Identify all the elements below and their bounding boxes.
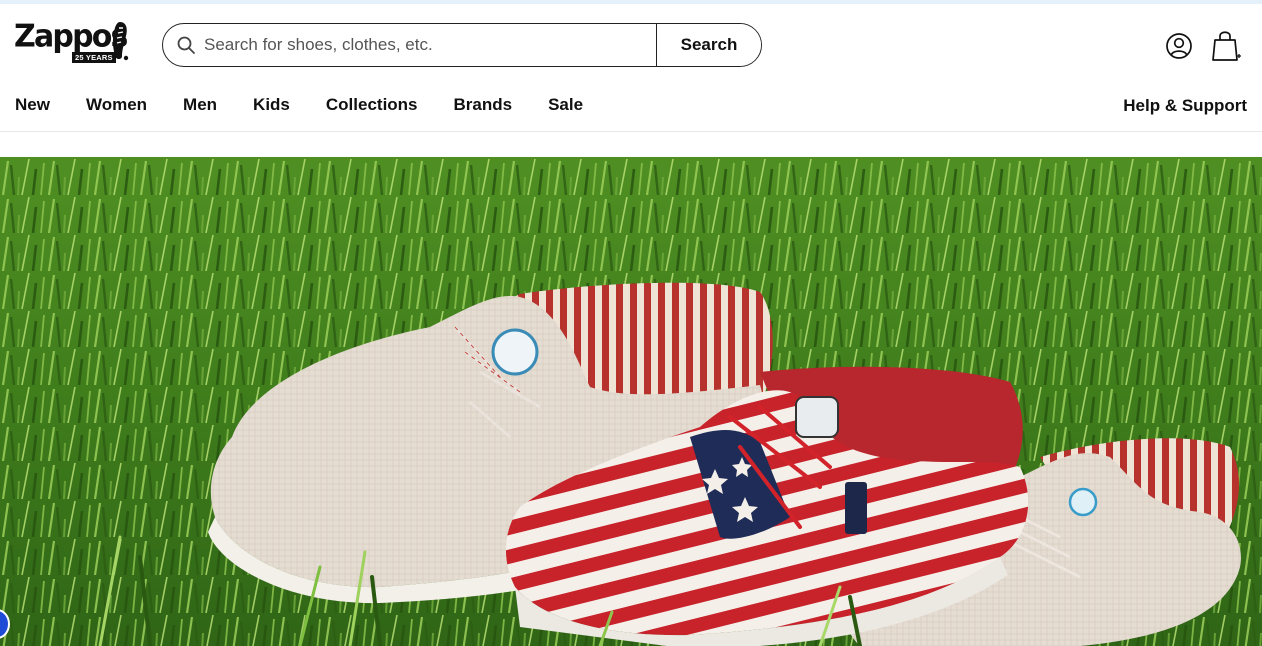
site-header: Zappos 25 YEARS Search New Women Men Kid… bbox=[0, 4, 1262, 132]
nav-item-men[interactable]: Men bbox=[183, 95, 217, 115]
shopping-bag-icon[interactable] bbox=[1211, 29, 1243, 63]
nav-item-new[interactable]: New bbox=[15, 95, 50, 115]
nav-item-women[interactable]: Women bbox=[86, 95, 147, 115]
nav-item-brands[interactable]: Brands bbox=[454, 95, 513, 115]
hero-banner[interactable] bbox=[0, 157, 1262, 646]
search-button[interactable]: Search bbox=[656, 24, 761, 66]
nav-item-collections[interactable]: Collections bbox=[326, 95, 418, 115]
search-input[interactable] bbox=[196, 24, 656, 66]
hero-image bbox=[0, 157, 1262, 646]
main-nav: New Women Men Kids Collections Brands Sa… bbox=[15, 95, 619, 115]
search-bar: Search bbox=[162, 23, 762, 67]
account-icon[interactable] bbox=[1165, 32, 1193, 60]
search-icon bbox=[177, 36, 195, 54]
nav-item-sale[interactable]: Sale bbox=[548, 95, 583, 115]
nav-item-kids[interactable]: Kids bbox=[253, 95, 290, 115]
help-support-link[interactable]: Help & Support bbox=[1123, 96, 1247, 116]
zappos-logo[interactable]: Zappos 25 YEARS bbox=[14, 18, 130, 64]
shoe-logo-icon bbox=[112, 22, 129, 61]
